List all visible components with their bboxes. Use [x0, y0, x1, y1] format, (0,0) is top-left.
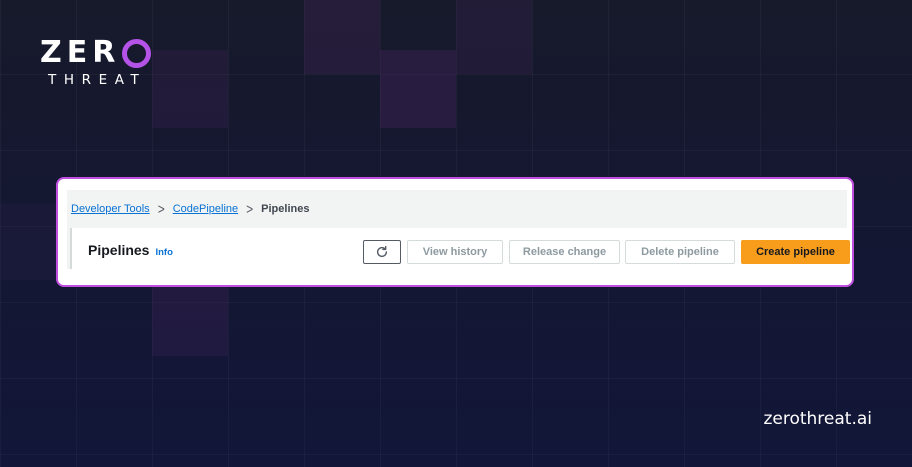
page-title-row: Pipelines Info: [88, 242, 173, 258]
background-tile: [152, 50, 228, 128]
background-tile: [456, 0, 532, 74]
refresh-icon: [376, 245, 388, 258]
delete-pipeline-button[interactable]: Delete pipeline: [625, 240, 735, 264]
breadcrumb-codepipeline[interactable]: CodePipeline: [173, 203, 238, 215]
background-tile: [304, 0, 380, 74]
logo-word: ZER: [40, 35, 121, 70]
breadcrumb: Developer Tools > CodePipeline > Pipelin…: [71, 200, 310, 218]
screenshot-card: Developer Tools > CodePipeline > Pipelin…: [56, 177, 854, 287]
page-header: Pipelines Info View history Release chan…: [70, 228, 850, 269]
brand-domain: zerothreat.ai: [763, 409, 872, 429]
logo-subtitle: THREAT: [48, 72, 147, 88]
release-change-button[interactable]: Release change: [509, 240, 620, 264]
refresh-button[interactable]: [363, 240, 401, 264]
background-tile: [152, 280, 228, 356]
aws-console-panel: Developer Tools > CodePipeline > Pipelin…: [67, 190, 850, 269]
view-history-button[interactable]: View history: [407, 240, 503, 264]
logo-wordmark: ZER: [40, 35, 152, 70]
chevron-right-icon: >: [157, 200, 165, 218]
page-title: Pipelines: [88, 242, 150, 258]
info-link[interactable]: Info: [155, 247, 172, 258]
breadcrumb-current: Pipelines: [261, 203, 310, 215]
chevron-right-icon: >: [246, 200, 254, 218]
background-tile: [380, 50, 456, 128]
breadcrumb-developer-tools[interactable]: Developer Tools: [71, 203, 150, 215]
logo-ring-icon: [122, 38, 152, 68]
create-pipeline-button[interactable]: Create pipeline: [741, 240, 850, 264]
zerothreat-logo: ZER THREAT: [40, 35, 152, 88]
